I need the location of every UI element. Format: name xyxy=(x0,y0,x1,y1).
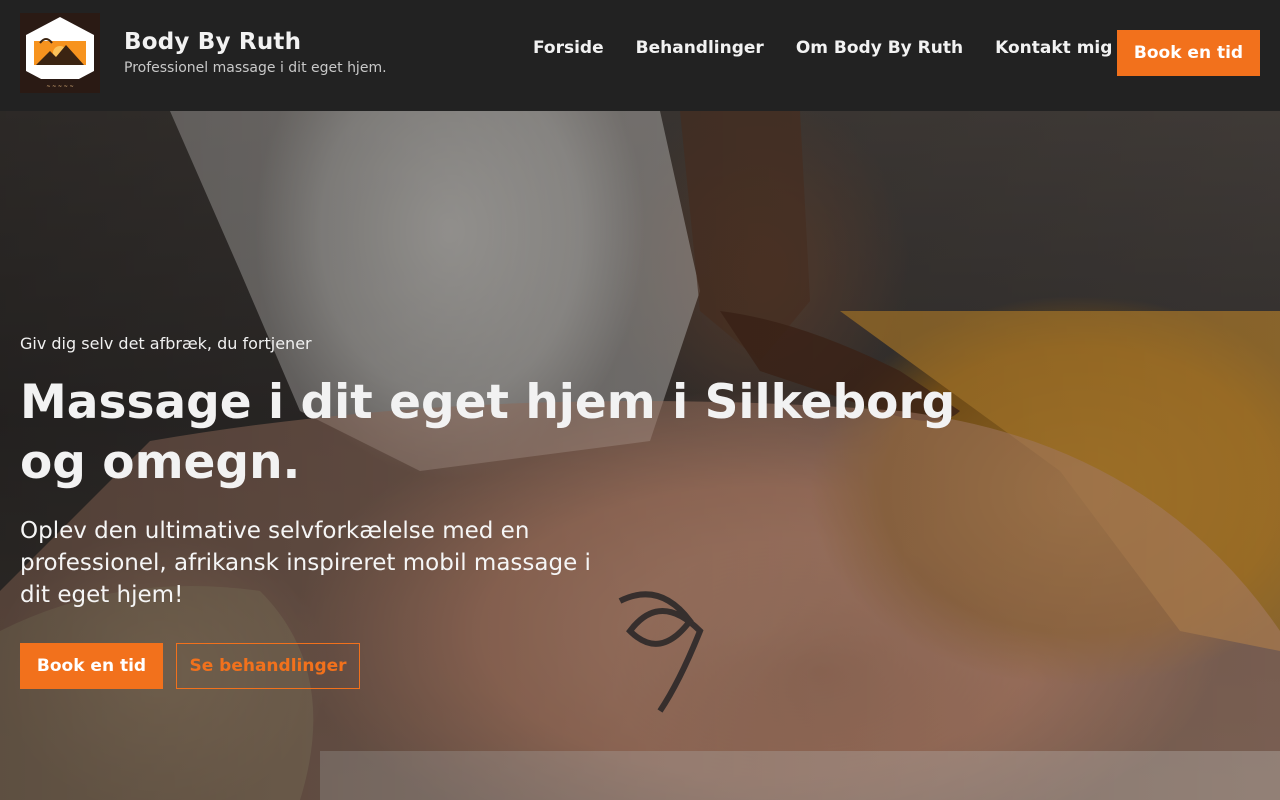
nav-item-forside[interactable]: Forside xyxy=(533,38,604,58)
hero-description: Oplev den ultimative selvforkælelse med … xyxy=(20,518,591,608)
hero-eyebrow: Giv dig selv det afbræk, du fortjener xyxy=(20,334,312,353)
nav-item-kontakt-mig[interactable]: Kontakt mig xyxy=(995,38,1112,58)
see-treatments-button[interactable]: Se behandlinger xyxy=(176,643,360,689)
main-nav: Forside Behandlinger Om Body By Ruth Kon… xyxy=(533,38,1112,58)
brand-logo[interactable]: ~ ~ ~ ~ ~ xyxy=(20,13,100,93)
logo-emblem-icon: ~ ~ ~ ~ ~ xyxy=(20,13,100,93)
svg-text:~ ~ ~ ~ ~: ~ ~ ~ ~ ~ xyxy=(46,84,73,90)
nav-item-om-body-by-ruth[interactable]: Om Body By Ruth xyxy=(796,38,963,58)
hero-section: Giv dig selv det afbræk, du fortjener Ma… xyxy=(0,111,1280,800)
hero-title: Massage i dit eget hjem i Silkeborg og o… xyxy=(20,375,956,490)
brand-title[interactable]: Body By Ruth xyxy=(124,29,301,55)
nav-item-behandlinger[interactable]: Behandlinger xyxy=(636,38,764,58)
header-book-button[interactable]: Book en tid xyxy=(1117,30,1260,76)
brand-tagline: Professionel massage i dit eget hjem. xyxy=(124,60,387,76)
hero-book-button[interactable]: Book en tid xyxy=(20,643,163,689)
site-header: ~ ~ ~ ~ ~ Body By Ruth Professionel mass… xyxy=(0,0,1280,111)
